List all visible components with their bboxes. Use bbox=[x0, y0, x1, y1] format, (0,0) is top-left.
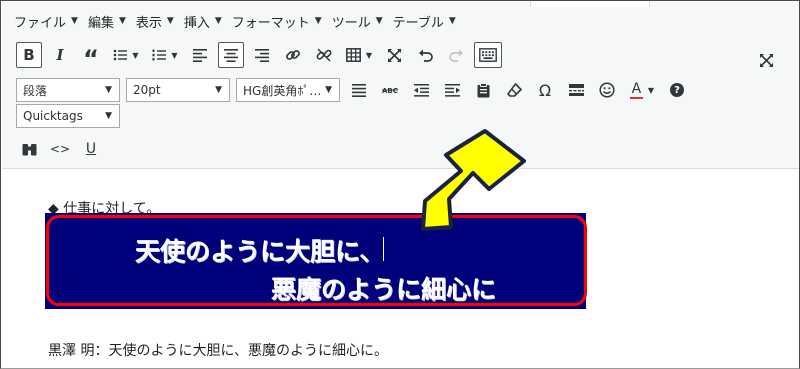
expand-arrows-icon bbox=[759, 53, 773, 67]
font-family-select[interactable]: HG創英角ﾎﾟ… ▼ bbox=[236, 78, 340, 102]
strikethrough-icon: ABC bbox=[382, 87, 398, 95]
align-right-icon bbox=[255, 48, 269, 62]
menu-format[interactable]: フォーマット ▼ bbox=[232, 12, 322, 31]
quicktags-select[interactable]: Quicktags ▼ bbox=[16, 104, 120, 128]
strikethrough-button[interactable]: ABC bbox=[377, 77, 403, 103]
format-select[interactable]: 段落 ▼ bbox=[16, 78, 120, 102]
menu-view[interactable]: 表示 ▼ bbox=[136, 12, 174, 31]
expand-arrows-icon bbox=[387, 48, 401, 62]
redo-icon bbox=[448, 49, 463, 62]
indent-icon bbox=[444, 83, 460, 97]
banner-line-1: 天使のように大胆に、 bbox=[135, 237, 385, 266]
fullscreen-button[interactable] bbox=[753, 47, 779, 73]
quote-paragraph: 黒澤 明：天使のように大胆に、悪魔のように細心に。 bbox=[48, 343, 389, 359]
horizontal-line-button[interactable] bbox=[346, 77, 372, 103]
align-left-icon bbox=[193, 48, 207, 62]
find-replace-button[interactable] bbox=[16, 136, 42, 162]
help-button[interactable]: ? bbox=[664, 77, 690, 103]
editor-window: ファイル ▼ 編集 ▼ 表示 ▼ 挿入 ▼ フォーマット ▼ ツール ▼ テーブル ▼ B I… bbox=[0, 0, 800, 369]
outdent-icon bbox=[413, 83, 429, 97]
bold-button[interactable]: B bbox=[16, 42, 42, 68]
smiley-icon bbox=[599, 82, 615, 98]
menu-edit[interactable]: 編集 ▼ bbox=[88, 12, 126, 31]
chevron-down-icon: ▼ bbox=[215, 85, 222, 95]
bullet-list-icon bbox=[114, 49, 128, 61]
menu-file[interactable]: ファイル ▼ bbox=[14, 12, 78, 31]
clipboard-icon bbox=[477, 82, 489, 97]
menu-insert[interactable]: 挿入 ▼ bbox=[184, 12, 222, 31]
chevron-down-icon: ▼ bbox=[132, 50, 139, 60]
chevron-down-icon: ▼ bbox=[214, 16, 222, 26]
toolbar-row-2: 段落 ▼ 20pt ▼ HG創英角ﾎﾟ… ▼ ABC Ω A ▼ ? bbox=[16, 77, 695, 103]
outdent-button[interactable] bbox=[408, 77, 434, 103]
chevron-down-icon: ▼ bbox=[448, 16, 456, 26]
text-cursor bbox=[383, 237, 384, 261]
menu-tools[interactable]: ツール ▼ bbox=[332, 12, 383, 31]
indent-button[interactable] bbox=[439, 77, 465, 103]
align-left-button[interactable] bbox=[187, 42, 213, 68]
special-character-button[interactable]: Ω bbox=[532, 77, 558, 103]
blockquote-button[interactable]: “ bbox=[78, 42, 104, 73]
chevron-down-icon: ▼ bbox=[171, 50, 178, 60]
chevron-down-icon: ▼ bbox=[105, 85, 112, 95]
editor-toolbar: ファイル ▼ 編集 ▼ 表示 ▼ 挿入 ▼ フォーマット ▼ ツール ▼ テーブル ▼ B I… bbox=[2, 7, 799, 169]
toolbar-toggle-button[interactable] bbox=[474, 42, 502, 68]
align-center-icon bbox=[224, 48, 238, 62]
justify-icon bbox=[352, 83, 366, 97]
toolbar-row-3: Quicktags ▼ bbox=[16, 104, 126, 128]
svg-text:ABC: ABC bbox=[382, 87, 398, 95]
source-code-button[interactable]: <> bbox=[47, 136, 73, 162]
chevron-down-icon: ▼ bbox=[314, 16, 322, 26]
toolbar-row-1: B I “ ▼ ▼ ▼ bbox=[16, 42, 507, 73]
align-right-button[interactable] bbox=[249, 42, 275, 68]
align-center-button[interactable] bbox=[218, 42, 244, 68]
numbered-list-icon bbox=[152, 49, 167, 61]
keyboard-icon bbox=[479, 48, 497, 62]
table-icon bbox=[345, 48, 361, 62]
color-swatch bbox=[629, 96, 643, 99]
emoticons-button[interactable] bbox=[594, 77, 620, 103]
underline-button[interactable]: U bbox=[78, 136, 104, 162]
insert-link-button[interactable] bbox=[280, 42, 306, 68]
font-size-select[interactable]: 20pt ▼ bbox=[126, 78, 230, 102]
eraser-icon bbox=[506, 83, 522, 97]
toolbar-row-4: <> U bbox=[16, 136, 109, 162]
unlink-icon bbox=[316, 48, 332, 62]
clear-formatting-button[interactable] bbox=[501, 77, 527, 103]
chevron-down-icon: ▼ bbox=[375, 16, 383, 26]
remove-link-button[interactable] bbox=[311, 42, 337, 68]
numbered-list-button[interactable]: ▼ bbox=[148, 42, 182, 68]
paste-text-button[interactable] bbox=[470, 77, 496, 103]
chevron-down-icon: ▼ bbox=[71, 16, 78, 26]
redo-button[interactable] bbox=[443, 42, 469, 68]
insert-table-button[interactable]: ▼ bbox=[342, 42, 376, 68]
help-icon: ? bbox=[670, 83, 684, 97]
chevron-down-icon: ▼ bbox=[647, 85, 655, 95]
chevron-down-icon: ▼ bbox=[105, 111, 112, 121]
undo-button[interactable] bbox=[412, 42, 438, 68]
link-icon bbox=[286, 50, 300, 60]
read-more-icon bbox=[568, 84, 584, 96]
insert-more-button[interactable] bbox=[563, 77, 589, 103]
undo-icon bbox=[418, 49, 433, 62]
pointer-arrow-icon bbox=[421, 129, 526, 231]
binoculars-icon bbox=[22, 143, 36, 155]
chevron-down-icon: ▼ bbox=[365, 50, 373, 60]
bullet-list-button[interactable]: ▼ bbox=[109, 42, 143, 68]
text-color-button[interactable]: A ▼ bbox=[625, 77, 659, 103]
banner-line-2: 悪魔のように細心に bbox=[271, 275, 497, 304]
menu-table[interactable]: テーブル ▼ bbox=[393, 12, 456, 31]
menu-bar: ファイル ▼ 編集 ▼ 表示 ▼ 挿入 ▼ フォーマット ▼ ツール ▼ テーブル ▼ bbox=[2, 7, 466, 35]
chevron-down-icon: ▼ bbox=[118, 16, 126, 26]
italic-button[interactable]: I bbox=[47, 42, 73, 68]
chevron-down-icon: ▼ bbox=[325, 85, 332, 95]
chevron-down-icon: ▼ bbox=[166, 16, 174, 26]
editor-content-area[interactable]: ◆ 仕事に対して。 天使のように大胆に、 悪魔のように細心に 黒澤 明：天使のよ… bbox=[2, 170, 799, 368]
distraction-free-button[interactable] bbox=[381, 42, 407, 68]
